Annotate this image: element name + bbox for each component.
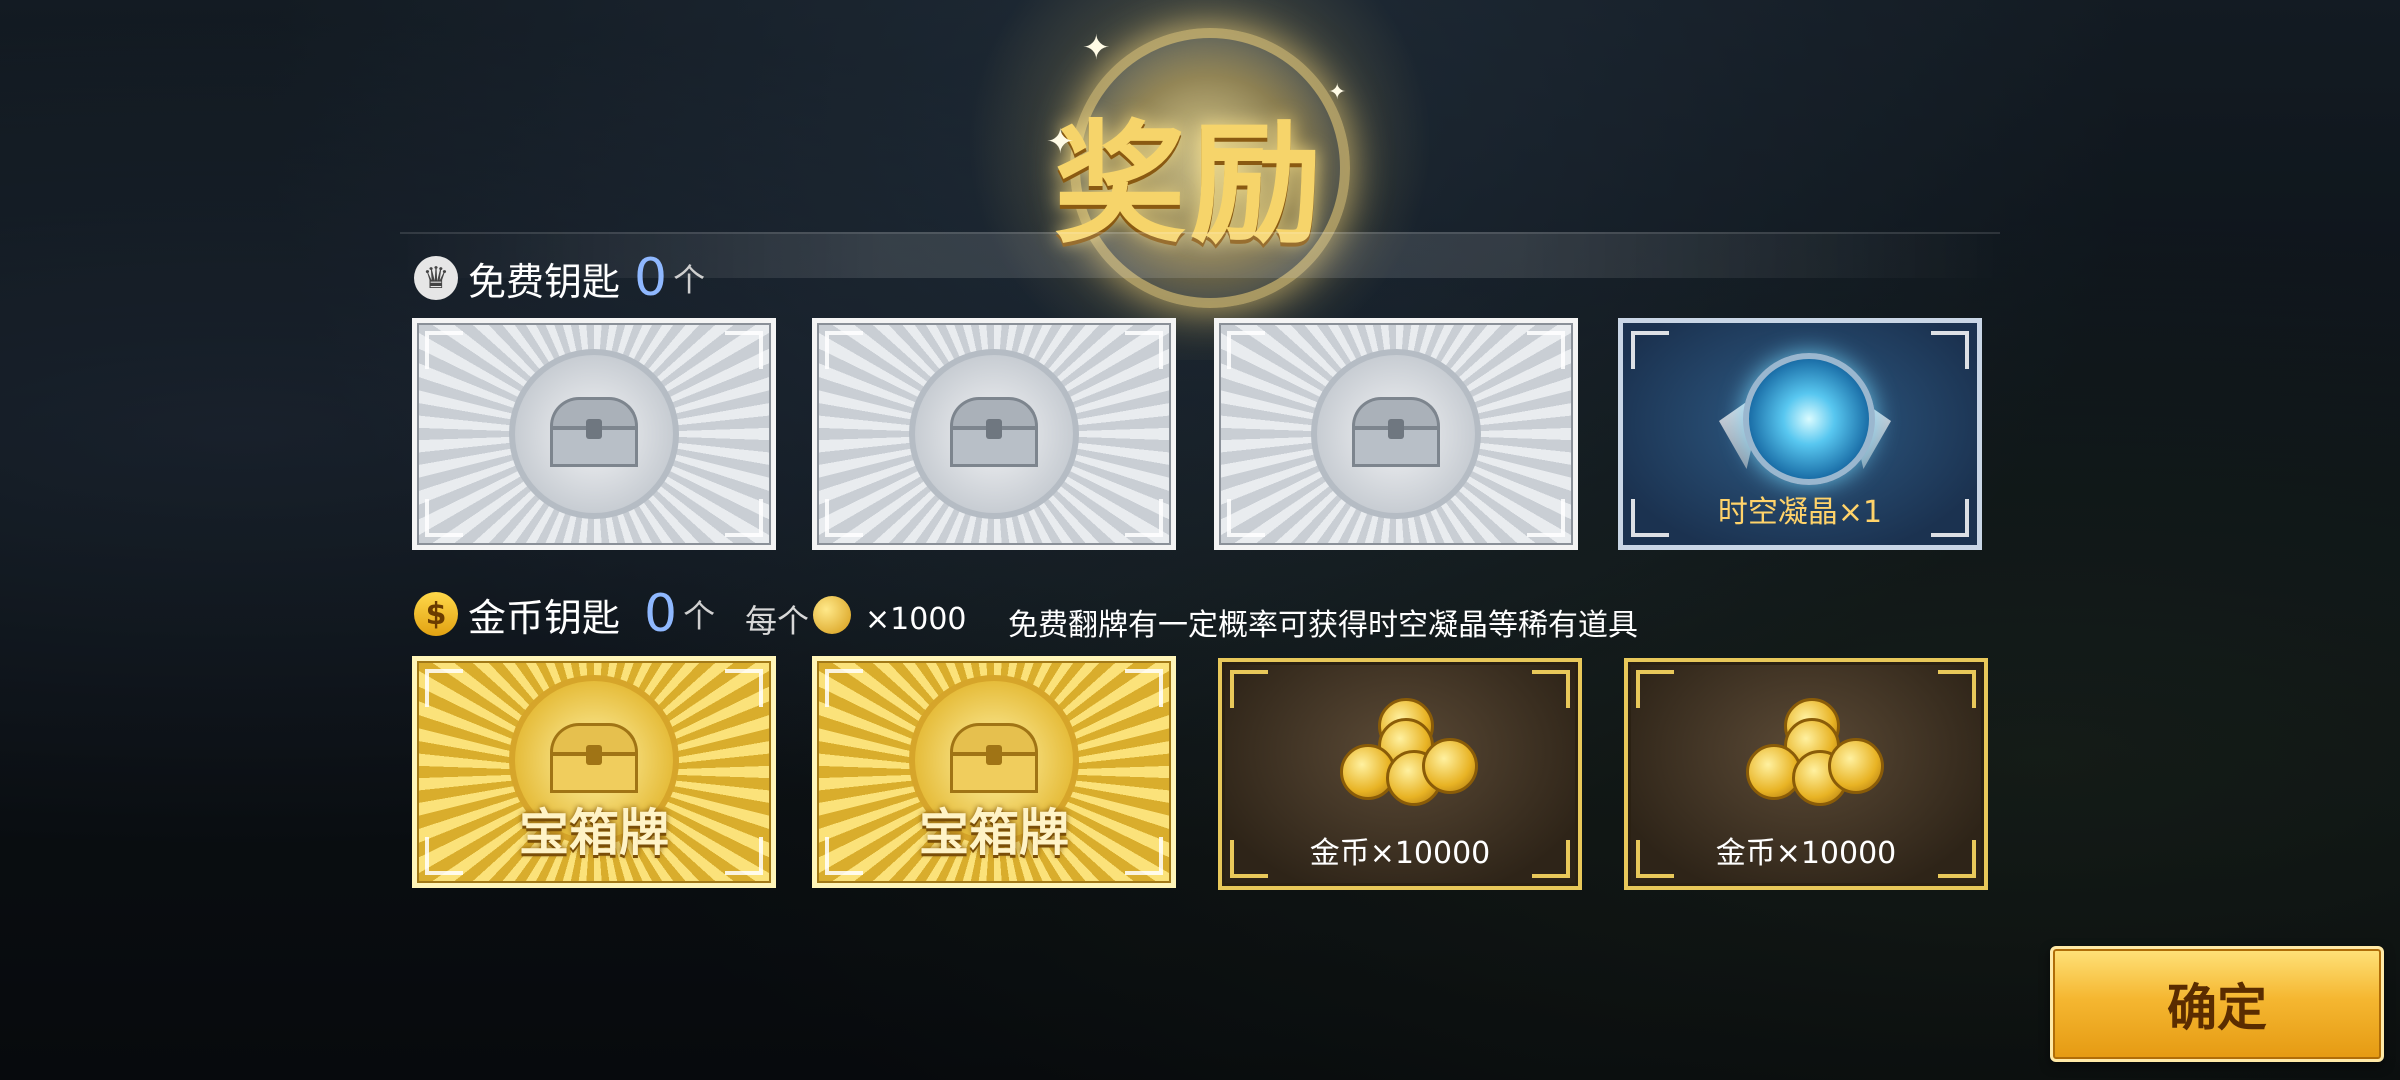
silver-chest-card-1[interactable] xyxy=(412,318,776,550)
gold-coins-icon xyxy=(1330,698,1480,818)
gold-keys-label: 金币钥匙 xyxy=(468,595,621,640)
gold-chest-card-1[interactable]: 宝箱牌 xyxy=(412,656,776,888)
silver-chest-card-3[interactable] xyxy=(1214,318,1578,550)
gold-keys-header: $ 金币钥匙 0 个 xyxy=(414,584,715,644)
chest-icon xyxy=(1311,349,1481,519)
free-keys-unit: 个 xyxy=(673,261,706,299)
crystal-orb-icon xyxy=(1743,353,1875,485)
sparkle-icon: ✦ xyxy=(1046,122,1075,162)
chest-card-label: 宝箱牌 xyxy=(519,804,669,862)
gold-coins-card-1[interactable]: 金币×10000 xyxy=(1218,658,1582,890)
chest-card-label: 宝箱牌 xyxy=(919,804,1069,862)
sparkle-icon: ✦ xyxy=(1328,80,1347,105)
confirm-button[interactable]: 确定 xyxy=(2050,946,2384,1062)
gold-coin-icon xyxy=(813,596,852,634)
crystal-caption: 时空凝晶×1 xyxy=(1717,495,1883,530)
coins-caption: 金币×10000 xyxy=(1715,836,1897,871)
gold-chest-card-2[interactable]: 宝箱牌 xyxy=(812,656,1176,888)
gold-keys-unit: 个 xyxy=(683,597,716,635)
free-keys-label: 免费钥匙 xyxy=(468,259,621,304)
free-keys-header: ♛ 免费钥匙 0 个 xyxy=(414,248,705,308)
chest-icon xyxy=(909,349,1079,519)
silver-chest-card-2[interactable] xyxy=(812,318,1176,550)
crystal-reward-card[interactable]: 时空凝晶×1 xyxy=(1618,318,1982,550)
coins-caption: 金币×10000 xyxy=(1309,836,1491,871)
dollar-icon: $ xyxy=(414,592,458,636)
rare-item-notice: 免费翻牌有一定概率可获得时空凝晶等稀有道具 xyxy=(1008,608,1638,643)
crown-icon: ♛ xyxy=(414,256,458,300)
gold-key-cost: 每个 ×1000 xyxy=(745,596,967,642)
sparkle-icon: ✦ xyxy=(1082,28,1111,68)
chest-icon xyxy=(509,349,679,519)
cost-each-label: 每个 xyxy=(745,602,810,640)
gold-keys-count: 0 xyxy=(644,584,678,644)
free-keys-count: 0 xyxy=(634,248,668,308)
gold-coins-icon xyxy=(1736,698,1886,818)
cost-multiplier: ×1000 xyxy=(865,601,967,637)
gold-coins-card-2[interactable]: 金币×10000 xyxy=(1624,658,1988,890)
